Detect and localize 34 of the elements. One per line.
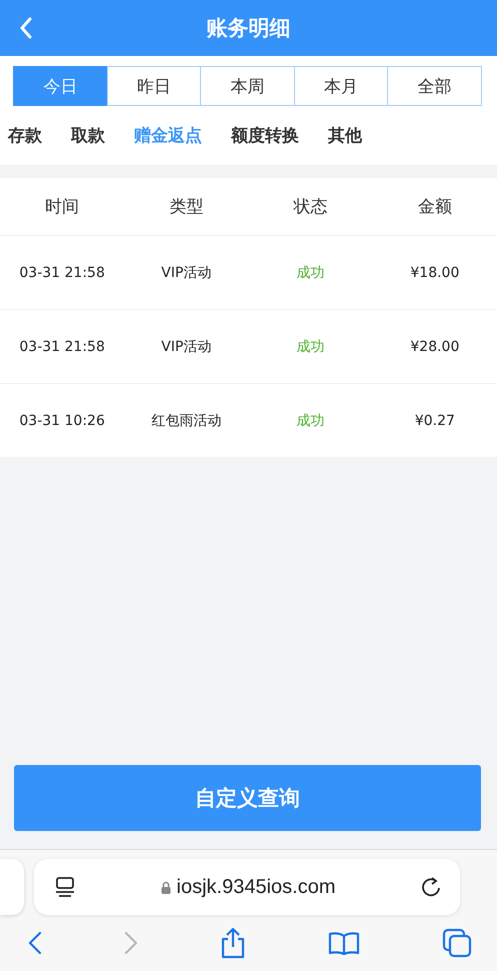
column-header: 金额 bbox=[416, 196, 453, 218]
period-tab[interactable]: 本周 bbox=[200, 66, 295, 106]
address-bar[interactable]: iosjk.9345ios.com bbox=[34, 859, 460, 915]
table-cell-text: VIP活动 bbox=[160, 338, 212, 356]
period-tab[interactable]: 昨日 bbox=[106, 66, 202, 106]
table-cell-text: ¥28.00 bbox=[409, 338, 460, 354]
category-tab[interactable]: 额度转换 bbox=[223, 124, 299, 147]
reader-icon[interactable] bbox=[54, 877, 76, 897]
tabs-icon[interactable] bbox=[442, 928, 472, 958]
status-text: 成功 bbox=[296, 412, 326, 430]
table-cell-text: VIP活动 bbox=[160, 264, 212, 282]
url-text: iosjk.9345ios.com bbox=[176, 876, 336, 898]
column-header: 类型 bbox=[168, 196, 204, 218]
period-tab[interactable]: 全部 bbox=[387, 66, 482, 106]
table-cell-text: 红包雨活动 bbox=[150, 412, 222, 430]
column-header: 时间 bbox=[44, 196, 80, 218]
status-text: 成功 bbox=[296, 264, 326, 282]
table-cell-text: ¥18.00 bbox=[409, 264, 460, 280]
category-tab[interactable]: 取款 bbox=[63, 124, 105, 147]
table-cell-text: 03-31 21:58 bbox=[18, 338, 106, 354]
category-tab[interactable]: 其他 bbox=[320, 124, 362, 147]
table-cell-text: 03-31 10:26 bbox=[18, 412, 106, 428]
lock-icon bbox=[160, 880, 171, 894]
table-cell-text: 03-31 21:58 bbox=[18, 264, 106, 280]
column-header: 状态 bbox=[292, 196, 329, 218]
category-tab[interactable]: 存款 bbox=[0, 124, 42, 147]
page-title: 账务明细 bbox=[206, 15, 290, 42]
status-text: 成功 bbox=[296, 338, 326, 356]
reload-icon[interactable] bbox=[420, 876, 442, 898]
table-cell-text: ¥0.27 bbox=[414, 412, 456, 428]
back-icon[interactable] bbox=[28, 931, 42, 955]
book-icon[interactable] bbox=[328, 931, 360, 955]
period-tab[interactable]: 本月 bbox=[294, 66, 388, 106]
share-icon[interactable] bbox=[220, 927, 246, 959]
